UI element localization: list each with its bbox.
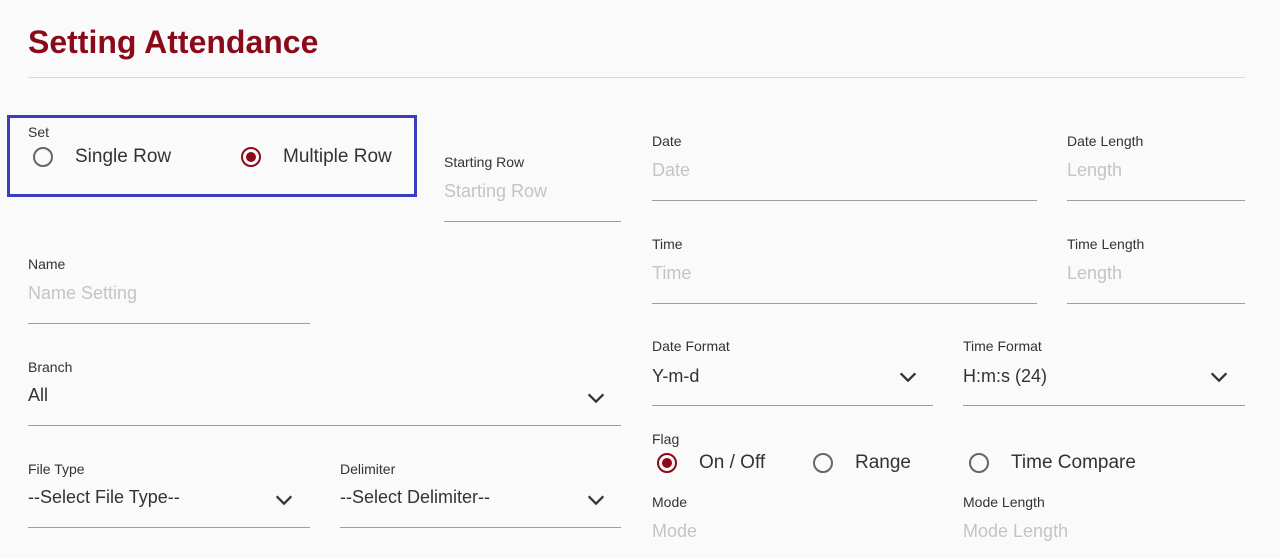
time-length-field[interactable]: Time Length Length <box>1067 236 1245 306</box>
starting-row-label: Starting Row <box>444 154 525 170</box>
file-type-value: --Select File Type-- <box>28 487 180 507</box>
time-length-label: Time Length <box>1067 236 1145 252</box>
name-input[interactable]: Name Setting <box>28 283 137 304</box>
delimiter-value: --Select Delimiter-- <box>340 487 491 507</box>
mode-label: Mode <box>652 494 688 510</box>
starting-row-field[interactable]: Starting Row Starting Row <box>444 154 621 224</box>
name-field[interactable]: Name Name Setting <box>28 256 310 326</box>
starting-row-underline <box>444 221 621 222</box>
mode-field[interactable]: Mode Mode <box>652 494 933 554</box>
time-format-underline <box>963 405 1245 406</box>
radio-time-compare[interactable]: Time Compare <box>969 452 1136 474</box>
file-type-label: File Type <box>28 461 85 477</box>
date-field[interactable]: Date Date <box>652 133 1037 203</box>
page-title: Setting Attendance <box>28 24 319 60</box>
radio-checked-icon <box>241 147 261 167</box>
mode-length-input[interactable]: Mode Length <box>963 521 1068 542</box>
radio-unchecked-icon <box>969 453 989 473</box>
date-input[interactable]: Date <box>652 160 690 181</box>
time-format-value: H:m:s (24) <box>963 366 1048 386</box>
time-format-select[interactable]: Time Format H:m:s (24) <box>963 338 1245 408</box>
date-format-underline <box>652 405 933 406</box>
radio-unchecked-icon <box>33 147 53 167</box>
time-length-input[interactable]: Length <box>1067 263 1122 284</box>
chevron-down-icon <box>899 372 917 383</box>
date-length-label: Date Length <box>1067 133 1144 149</box>
radio-multiple-row[interactable]: Multiple Row <box>241 146 392 168</box>
file-type-select[interactable]: File Type --Select File Type-- <box>28 461 310 531</box>
chevron-down-icon <box>587 393 605 404</box>
radio-range[interactable]: Range <box>813 452 911 474</box>
delimiter-label: Delimiter <box>340 461 396 477</box>
branch-select[interactable]: Branch All <box>28 359 621 429</box>
branch-label: Branch <box>28 359 73 375</box>
date-label: Date <box>652 133 682 149</box>
chevron-down-icon <box>587 495 605 506</box>
name-label: Name <box>28 256 66 272</box>
radio-single-row[interactable]: Single Row <box>33 146 171 168</box>
file-type-underline <box>28 527 310 528</box>
mode-input[interactable]: Mode <box>652 521 697 542</box>
date-length-field[interactable]: Date Length Length <box>1067 133 1245 203</box>
time-input[interactable]: Time <box>652 263 691 284</box>
chevron-down-icon <box>1210 372 1228 383</box>
chevron-down-icon <box>275 495 293 506</box>
date-length-underline <box>1067 200 1245 201</box>
date-format-select[interactable]: Date Format Y-m-d <box>652 338 933 408</box>
date-length-input[interactable]: Length <box>1067 160 1122 181</box>
radio-unchecked-icon <box>813 453 833 473</box>
title-divider <box>28 77 1245 78</box>
mode-length-field[interactable]: Mode Length Mode Length <box>963 494 1245 554</box>
delimiter-select[interactable]: Delimiter --Select Delimiter-- <box>340 461 621 531</box>
date-format-label: Date Format <box>652 338 730 354</box>
time-length-underline <box>1067 303 1245 304</box>
radio-on-off[interactable]: On / Off <box>657 452 765 474</box>
radio-single-row-label: Single Row <box>75 146 172 167</box>
time-label: Time <box>652 236 683 252</box>
radio-multiple-row-label: Multiple Row <box>283 146 392 167</box>
delimiter-underline <box>340 527 621 528</box>
branch-value: All <box>28 385 49 405</box>
radio-range-label: Range <box>855 452 911 473</box>
date-underline <box>652 200 1037 201</box>
time-underline <box>652 303 1037 304</box>
radio-time-compare-label: Time Compare <box>1011 452 1136 473</box>
date-format-value: Y-m-d <box>652 366 700 386</box>
name-underline <box>28 323 310 324</box>
flag-label: Flag <box>652 431 680 447</box>
time-format-label: Time Format <box>963 338 1042 354</box>
time-field[interactable]: Time Time <box>652 236 1037 306</box>
branch-underline <box>28 425 621 426</box>
mode-length-label: Mode Length <box>963 494 1045 510</box>
starting-row-input[interactable]: Starting Row <box>444 181 547 202</box>
set-label: Set <box>28 124 50 140</box>
radio-on-off-label: On / Off <box>699 452 766 473</box>
radio-checked-icon <box>657 453 677 473</box>
